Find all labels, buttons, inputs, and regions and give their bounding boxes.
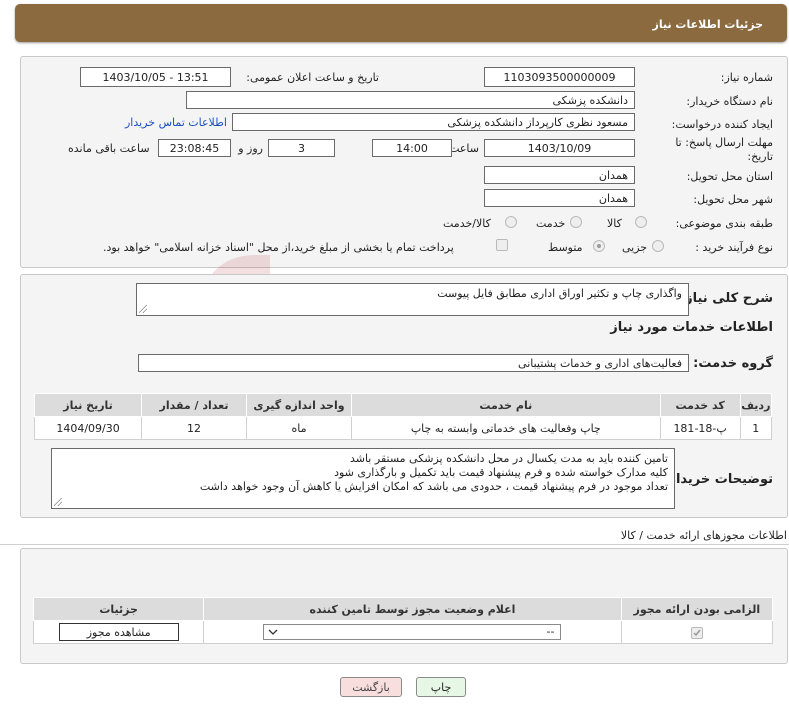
cell-unit: ماه [246, 416, 352, 440]
announce-label: تاریخ و ساعت اعلان عمومی: [246, 71, 379, 84]
resize-grip-icon[interactable] [54, 498, 62, 506]
permits-divider [0, 544, 789, 545]
col-code: کد خدمت [659, 393, 741, 417]
process-label: نوع فرآیند خرید : [695, 241, 773, 254]
cell-permit-details: مشاهده مجوز [32, 620, 205, 644]
col-permit-required: الزامی بودن ارائه مجوز [620, 597, 774, 621]
chevron-down-icon [269, 629, 278, 635]
announce-field: 1403/10/05 - 13:51 [80, 67, 231, 87]
cell-date: 1404/09/30 [33, 416, 143, 440]
resize-grip-icon[interactable] [139, 305, 147, 313]
need-info-panel [20, 56, 788, 268]
summary-text: واگذاری چاپ و تکثیر اوراق اداری مطابق فا… [437, 287, 682, 300]
service-group-field: فعالیت‌های اداری و خدمات پشتیبانی [138, 354, 689, 372]
permit-required-checkbox [690, 626, 703, 639]
deadline-time-field: 14:00 [372, 139, 452, 157]
category-label: طبقه بندی موضوعی: [675, 217, 773, 230]
col-row: ردیف [739, 393, 773, 417]
permits-section-title: اطلاعات مجوزهای ارائه خدمت / کالا [620, 529, 787, 542]
process-radio-medium[interactable] [593, 240, 605, 252]
check-icon [693, 629, 701, 636]
deadline-label: مهلت ارسال پاسخ: تا [675, 136, 773, 149]
category-option-both: کالا/خدمت [443, 217, 491, 230]
need-number-field: 1103093500000009 [484, 67, 635, 87]
col-unit: واحد اندازه گیری [246, 393, 352, 417]
city-field: همدان [484, 189, 635, 207]
permit-status-select[interactable]: -- [263, 624, 562, 640]
buyer-contact-link[interactable]: اطلاعات تماس خریدار [125, 116, 227, 129]
time-remaining-label: ساعت باقی مانده [68, 142, 150, 155]
permit-status-value: -- [546, 625, 555, 638]
service-group-label: گروه خدمت: [693, 356, 773, 371]
col-name: نام خدمت [350, 393, 661, 417]
cell-name: چاپ وفعالیت های خدماتی وابسته به چاپ [350, 416, 661, 440]
print-button[interactable]: چاپ [416, 677, 466, 697]
services-table: ردیف کد خدمت نام خدمت واحد اندازه گیری ت… [33, 393, 773, 440]
process-radio-minor[interactable] [652, 240, 664, 252]
buyer-notes-label: توضیحات خریدار: [663, 472, 773, 487]
buyer-note-line: تامین کننده باید به مدت یکسال در محل دان… [349, 452, 668, 465]
process-option-minor: جزیی [622, 241, 648, 254]
buyer-notes-textarea[interactable]: تامین کننده باید به مدت یکسال در محل دان… [51, 448, 675, 509]
page-header: جزئیات اطلاعات نیاز [15, 4, 787, 42]
need-number-label: شماره نیاز: [720, 71, 773, 84]
days-label: روز و [238, 142, 263, 155]
cell-permit-required [620, 620, 774, 644]
permits-table-header: الزامی بودن ارائه مجوز اعلام وضعیت مجوز … [32, 597, 774, 621]
creator-label: ایجاد کننده درخواست: [671, 118, 773, 131]
view-permit-button[interactable]: مشاهده مجوز [58, 623, 179, 641]
city-label: شهر محل تحویل: [693, 193, 773, 206]
process-option-medium: متوسط [548, 241, 583, 254]
col-permit-status: اعلام وضعیت مجوز توسط تامین کننده [203, 597, 622, 621]
deadline-date-field: 1403/10/09 [484, 139, 635, 157]
summary-label: شرح کلی نیاز: [679, 291, 773, 306]
services-section-title: اطلاعات خدمات مورد نیاز [610, 320, 773, 335]
time-remaining-field: 23:08:45 [158, 139, 231, 157]
services-table-header: ردیف کد خدمت نام خدمت واحد اندازه گیری ت… [33, 393, 773, 417]
cell-permit-status: -- [203, 620, 622, 644]
deadline-time-label: ساعت [449, 142, 479, 155]
province-label: استان محل تحویل: [686, 170, 773, 183]
category-radio-both[interactable] [505, 216, 517, 228]
treasury-checkbox[interactable] [496, 239, 508, 251]
table-row: -- مشاهده مجوز [32, 620, 774, 644]
table-row: 1 پ-18-181 چاپ وفعالیت های خدماتی وابسته… [33, 416, 773, 440]
creator-field: مسعود نظری کارپرداز دانشکده پزشکی [232, 113, 635, 131]
col-qty: تعداد / مقدار [141, 393, 248, 417]
deadline-label-date: تاریخ: [747, 150, 773, 163]
buyer-note-line: کلیه مدارک خواسته شده و فرم پیشنهاد قیمت… [334, 466, 668, 479]
back-button[interactable]: بازگشت [340, 677, 402, 697]
buyer-label: نام دستگاه خریدار: [686, 95, 773, 108]
days-remaining-field: 3 [268, 139, 335, 157]
col-date: تاریخ نیاز [33, 393, 143, 417]
category-option-service: خدمت [536, 217, 566, 230]
page-title: جزئیات اطلاعات نیاز [652, 18, 764, 31]
buyer-note-line: تعداد موجود در فرم پیشنهاد قیمت ، حدودی … [199, 480, 668, 493]
category-radio-goods[interactable] [635, 216, 647, 228]
summary-textarea[interactable]: واگذاری چاپ و تکثیر اوراق اداری مطابق فا… [136, 283, 689, 316]
cell-row: 1 [739, 416, 773, 440]
payment-note: پرداخت تمام یا بخشی از مبلغ خرید،از محل … [103, 241, 454, 254]
category-option-goods: کالا [607, 217, 622, 230]
cell-code: پ-18-181 [659, 416, 741, 440]
province-field: همدان [484, 166, 635, 184]
category-radio-service[interactable] [570, 216, 582, 228]
col-permit-details: جزئیات [32, 597, 205, 621]
permits-table: الزامی بودن ارائه مجوز اعلام وضعیت مجوز … [32, 597, 774, 644]
buyer-field: دانشکده پزشکی [186, 91, 635, 109]
cell-qty: 12 [141, 416, 248, 440]
